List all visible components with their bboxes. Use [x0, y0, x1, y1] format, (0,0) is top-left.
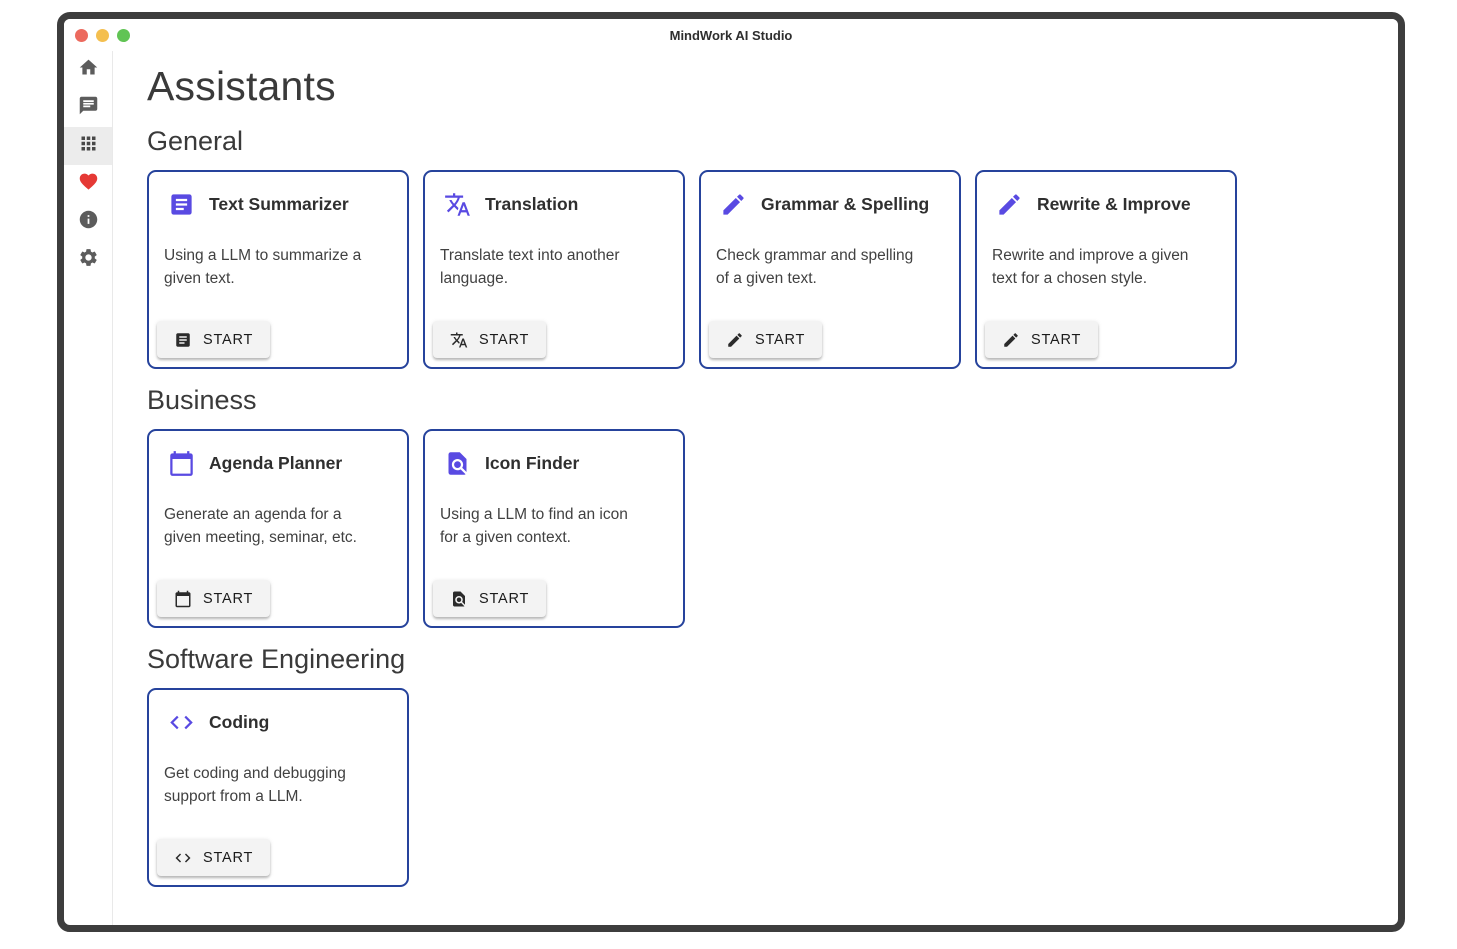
card-row-general: Text Summarizer Using a LLM to summarize… — [147, 170, 1398, 369]
window-title: MindWork AI Studio — [64, 28, 1398, 43]
sidebar-item-settings[interactable] — [64, 241, 112, 279]
start-translation-button[interactable]: START — [433, 321, 546, 358]
chat-icon — [78, 95, 99, 121]
sidebar-item-about[interactable] — [64, 203, 112, 241]
card-description: Generate an agenda for a given meeting, … — [149, 504, 407, 550]
start-button-label: START — [203, 591, 253, 607]
apps-grid-icon — [78, 133, 99, 159]
card-title: Icon Finder — [485, 453, 579, 474]
translate-icon — [450, 331, 468, 349]
code-icon — [168, 709, 195, 736]
card-title: Text Summarizer — [209, 194, 349, 215]
card-translation: Translation Translate text into another … — [423, 170, 685, 369]
section-title-general: General — [147, 126, 1398, 157]
sidebar-item-chat[interactable] — [64, 89, 112, 127]
start-icon-finder-button[interactable]: START — [433, 580, 546, 617]
card-row-software-engineering: Coding Get coding and debugging support … — [147, 688, 1398, 887]
section-title-software-engineering: Software Engineering — [147, 644, 1398, 675]
card-row-business: Agenda Planner Generate an agenda for a … — [147, 429, 1398, 628]
card-description: Using a LLM to summarize a given text. — [149, 245, 407, 291]
sidebar-item-assistants[interactable] — [64, 127, 112, 165]
start-button-label: START — [755, 332, 805, 348]
translate-icon — [444, 191, 471, 218]
card-title: Grammar & Spelling — [761, 194, 929, 215]
heart-icon — [78, 171, 99, 197]
calendar-icon — [174, 590, 192, 608]
card-title: Translation — [485, 194, 578, 215]
card-title: Rewrite & Improve — [1037, 194, 1191, 215]
start-button-label: START — [1031, 332, 1081, 348]
app-window: MindWork AI Studio Assistants — [57, 12, 1405, 932]
card-title: Coding — [209, 712, 269, 733]
sidebar-item-supporters[interactable] — [64, 165, 112, 203]
article-icon — [174, 331, 192, 349]
card-description: Rewrite and improve a given text for a c… — [977, 245, 1235, 291]
titlebar: MindWork AI Studio — [64, 19, 1398, 51]
code-icon — [174, 849, 192, 867]
sidebar — [64, 51, 113, 925]
pencil-icon — [726, 331, 744, 349]
card-icon-finder: Icon Finder Using a LLM to find an icon … — [423, 429, 685, 628]
sidebar-item-home[interactable] — [64, 51, 112, 89]
main-content: Assistants General Text Summarizer Using… — [113, 51, 1398, 925]
start-grammar-spelling-button[interactable]: START — [709, 321, 822, 358]
start-button-label: START — [203, 850, 253, 866]
start-coding-button[interactable]: START — [157, 839, 270, 876]
info-icon — [78, 209, 99, 235]
card-text-summarizer: Text Summarizer Using a LLM to summarize… — [147, 170, 409, 369]
card-description: Get coding and debugging support from a … — [149, 763, 407, 809]
start-text-summarizer-button[interactable]: START — [157, 321, 270, 358]
calendar-icon — [168, 450, 195, 477]
card-grammar-spelling: Grammar & Spelling Check grammar and spe… — [699, 170, 961, 369]
pencil-icon — [996, 191, 1023, 218]
card-description: Check grammar and spelling of a given te… — [701, 245, 959, 291]
card-description: Using a LLM to find an icon for a given … — [425, 504, 683, 550]
card-coding: Coding Get coding and debugging support … — [147, 688, 409, 887]
card-agenda-planner: Agenda Planner Generate an agenda for a … — [147, 429, 409, 628]
start-agenda-planner-button[interactable]: START — [157, 580, 270, 617]
card-description: Translate text into another language. — [425, 245, 683, 291]
start-button-label: START — [203, 332, 253, 348]
article-icon — [168, 191, 195, 218]
find-in-page-icon — [444, 450, 471, 477]
section-title-business: Business — [147, 385, 1398, 416]
pencil-icon — [720, 191, 747, 218]
page-title: Assistants — [147, 63, 1398, 110]
home-icon — [78, 57, 99, 83]
find-in-page-icon — [450, 590, 468, 608]
start-button-label: START — [479, 332, 529, 348]
card-rewrite-improve: Rewrite & Improve Rewrite and improve a … — [975, 170, 1237, 369]
card-title: Agenda Planner — [209, 453, 342, 474]
pencil-icon — [1002, 331, 1020, 349]
settings-gear-icon — [78, 247, 99, 273]
start-rewrite-improve-button[interactable]: START — [985, 321, 1098, 358]
start-button-label: START — [479, 591, 529, 607]
